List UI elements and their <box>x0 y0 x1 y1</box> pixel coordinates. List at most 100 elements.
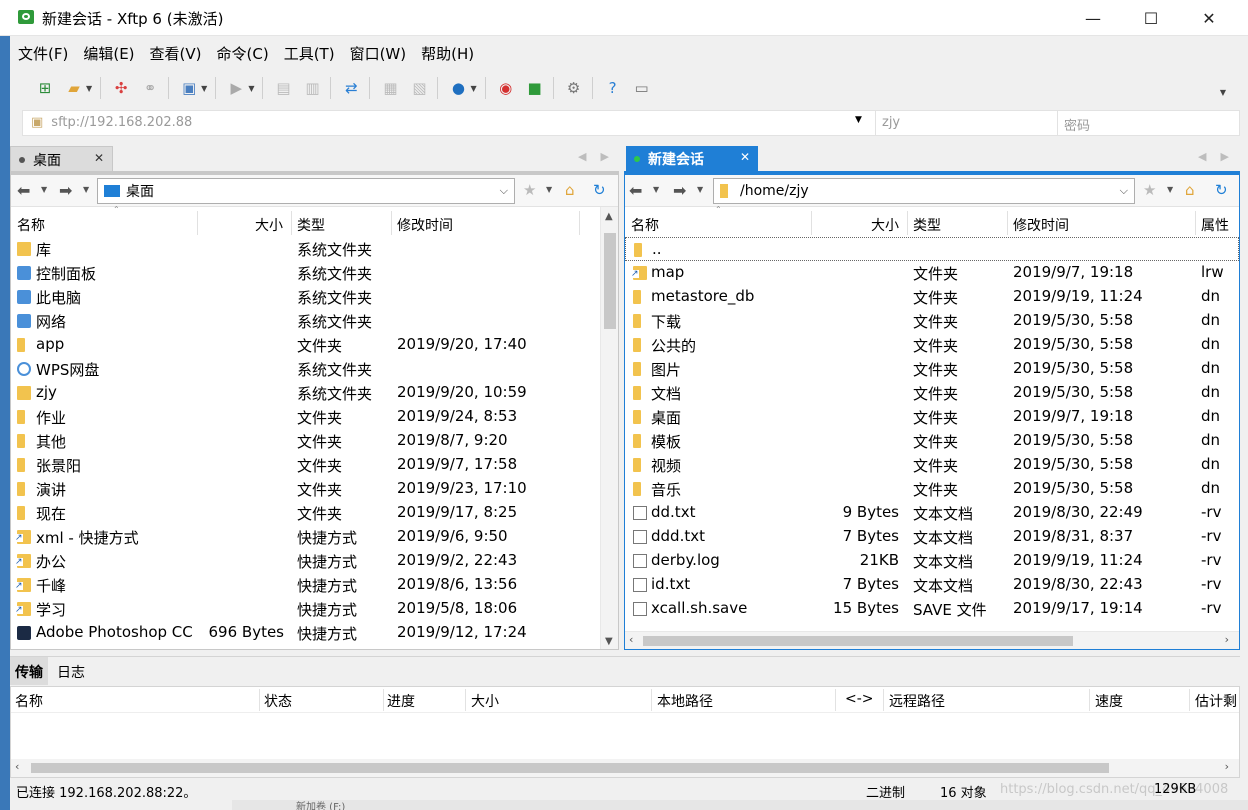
column-remote-path[interactable]: 远程路径 <box>889 691 945 711</box>
close-tab-icon[interactable]: ✕ <box>94 151 104 165</box>
table-row[interactable]: map 文件夹 2019/9/7, 19:18 lrw <box>625 261 1239 285</box>
forward-arrow-icon[interactable]: ➡ <box>673 181 686 200</box>
transfer-arrows-icon[interactable]: ⇄ <box>340 77 362 99</box>
table-row[interactable]: 视频 文件夹 2019/5/30, 5:58 dn <box>625 453 1239 477</box>
table-row[interactable]: app 文件夹 2019/9/20, 17:40 <box>11 333 618 357</box>
table-row[interactable]: id.txt 7 Bytes 文本文档 2019/8/30, 22:43 -rv <box>625 573 1239 597</box>
open-dropdown-icon[interactable]: ▼ <box>86 84 92 93</box>
table-row[interactable]: 桌面 文件夹 2019/9/7, 19:18 dn <box>625 405 1239 429</box>
table-row[interactable]: zjy 系统文件夹 2019/9/20, 10:59 <box>11 381 618 405</box>
column-eta[interactable]: 估计剩 <box>1195 691 1237 711</box>
forward-dropdown-icon[interactable]: ▼ <box>83 185 89 194</box>
tab-remote-session[interactable]: 新建会话 ✕ <box>626 146 758 172</box>
menu-view[interactable]: 查看(V) <box>150 43 202 64</box>
forward-dropdown-icon[interactable]: ▼ <box>697 185 703 194</box>
address-bar[interactable]: ▣ sftp://192.168.202.88 ▼ zjy 密码 <box>22 110 1240 136</box>
favorites-dropdown-icon[interactable]: ▼ <box>1167 185 1173 194</box>
table-row[interactable]: 公共的 文件夹 2019/5/30, 5:58 dn <box>625 333 1239 357</box>
menu-tools[interactable]: 工具(T) <box>284 43 335 64</box>
back-arrow-icon[interactable]: ⬅ <box>17 181 30 200</box>
address-dropdown-icon[interactable]: ▼ <box>855 115 862 125</box>
column-modified[interactable]: 修改时间 <box>1013 215 1069 235</box>
password-field[interactable]: 密码 <box>1057 111 1239 135</box>
column-direction[interactable]: <-> <box>845 691 874 707</box>
scrollbar-thumb[interactable] <box>31 763 1109 773</box>
menu-window[interactable]: 窗口(W) <box>350 43 407 64</box>
table-row[interactable]: 千峰 快捷方式 2019/8/6, 13:56 <box>11 573 618 597</box>
local-path-input[interactable]: 桌面 ⌵ <box>97 178 515 204</box>
star-icon[interactable]: ★ <box>1143 181 1156 199</box>
maximize-button[interactable]: ☐ <box>1122 0 1180 36</box>
globe-icon[interactable]: ● <box>447 77 469 99</box>
local-vertical-scrollbar[interactable]: ▲ ▼ <box>600 207 618 649</box>
document-icon[interactable]: ▤ <box>272 77 294 99</box>
table-row[interactable]: xcall.sh.save 15 Bytes SAVE 文件 2019/9/17, 1… <box>625 597 1239 621</box>
table-row[interactable]: 学习 快捷方式 2019/5/8, 18:06 <box>11 597 618 621</box>
star-icon[interactable]: ★ <box>523 181 536 199</box>
table-row[interactable]: 其他 文件夹 2019/8/7, 9:20 <box>11 429 618 453</box>
back-dropdown-icon[interactable]: ▼ <box>41 185 47 194</box>
table-row[interactable]: 作业 文件夹 2019/9/24, 8:53 <box>11 405 618 429</box>
scroll-left-icon[interactable]: ‹ <box>15 760 19 773</box>
copy-document-icon[interactable]: ▥ <box>301 77 323 99</box>
transfer-horizontal-scrollbar[interactable]: ‹ › <box>11 759 1239 777</box>
play-icon[interactable]: ▶ <box>225 77 247 99</box>
table-row[interactable]: 模板 文件夹 2019/5/30, 5:58 dn <box>625 429 1239 453</box>
column-attributes[interactable]: 属性 <box>1201 215 1229 235</box>
toolbar-overflow-icon[interactable]: ▼ <box>1220 88 1226 97</box>
table-row[interactable]: 文档 文件夹 2019/5/30, 5:58 dn <box>625 381 1239 405</box>
right-tab-scroll-icon[interactable]: ◀▶ <box>1198 150 1243 163</box>
scrollbar-thumb[interactable] <box>643 636 1073 646</box>
back-dropdown-icon[interactable]: ▼ <box>653 185 659 194</box>
table-row[interactable]: 图片 文件夹 2019/5/30, 5:58 dn <box>625 357 1239 381</box>
table-row[interactable]: ddd.txt 7 Bytes 文本文档 2019/8/31, 8:37 -rv <box>625 525 1239 549</box>
table-row[interactable]: WPS网盘 系统文件夹 <box>11 357 618 381</box>
column-size[interactable]: 大小 <box>471 691 499 711</box>
xftp-icon[interactable]: ■ <box>524 77 546 99</box>
table-row[interactable]: 音乐 文件夹 2019/5/30, 5:58 dn <box>625 477 1239 501</box>
column-modified[interactable]: 修改时间 <box>397 215 453 235</box>
remote-path-input[interactable]: /home/zjy ⌵ <box>713 178 1135 204</box>
gear-icon[interactable]: ⚙ <box>563 77 585 99</box>
menu-help[interactable]: 帮助(H) <box>421 43 474 64</box>
column-type[interactable]: 类型 <box>297 215 325 235</box>
column-speed[interactable]: 速度 <box>1095 691 1123 711</box>
new-window-icon[interactable]: ▣ <box>178 77 200 99</box>
scroll-up-icon[interactable]: ▲ <box>605 211 613 222</box>
globe-dropdown-icon[interactable]: ▼ <box>470 84 476 93</box>
print-icon[interactable]: ▦ <box>379 77 401 99</box>
new-session-icon[interactable]: ⊞ <box>34 77 56 99</box>
table-row[interactable]: 张景阳 文件夹 2019/9/7, 17:58 <box>11 453 618 477</box>
back-arrow-icon[interactable]: ⬅ <box>629 181 642 200</box>
tab-local-desktop[interactable]: 桌面 ✕ <box>10 146 113 172</box>
scroll-right-icon[interactable]: › <box>1225 760 1229 773</box>
close-button[interactable]: ✕ <box>1180 0 1238 36</box>
table-row[interactable]: derby.log 21KB 文本文档 2019/9/19, 11:24 -rv <box>625 549 1239 573</box>
home-folder-icon[interactable]: ⌂ <box>565 181 575 199</box>
column-size[interactable]: 大小 <box>871 215 899 235</box>
scroll-down-icon[interactable]: ▼ <box>605 636 613 647</box>
scrollbar-thumb[interactable] <box>604 233 616 329</box>
menu-edit[interactable]: 编辑(E) <box>83 43 134 64</box>
table-row[interactable]: 演讲 文件夹 2019/9/23, 17:10 <box>11 477 618 501</box>
column-name[interactable]: 名称 <box>15 691 43 711</box>
left-tab-scroll-icon[interactable]: ◀▶ <box>578 150 623 163</box>
favorites-dropdown-icon[interactable]: ▼ <box>546 185 552 194</box>
table-row[interactable]: 下载 文件夹 2019/5/30, 5:58 dn <box>625 309 1239 333</box>
scroll-right-icon[interactable]: › <box>1225 633 1229 646</box>
chevron-down-icon[interactable]: ⌵ <box>500 184 508 198</box>
scroll-left-icon[interactable]: ‹ <box>629 633 633 646</box>
forward-arrow-icon[interactable]: ➡ <box>59 181 72 200</box>
menu-file[interactable]: 文件(F) <box>18 43 68 64</box>
column-local-path[interactable]: 本地路径 <box>657 691 713 711</box>
properties-icon[interactable]: ▧ <box>408 77 430 99</box>
connect-icon[interactable]: ✣ <box>110 77 132 99</box>
menu-command[interactable]: 命令(C) <box>217 43 269 64</box>
refresh-icon[interactable]: ↻ <box>1215 181 1228 199</box>
new-window-dropdown-icon[interactable]: ▼ <box>201 84 207 93</box>
disconnect-icon[interactable]: ⚭ <box>139 77 161 99</box>
column-type[interactable]: 类型 <box>913 215 941 235</box>
tab-transfer[interactable]: 传输 <box>10 657 48 685</box>
open-folder-icon[interactable]: ▰ <box>63 77 85 99</box>
chevron-down-icon[interactable]: ⌵ <box>1120 184 1128 198</box>
